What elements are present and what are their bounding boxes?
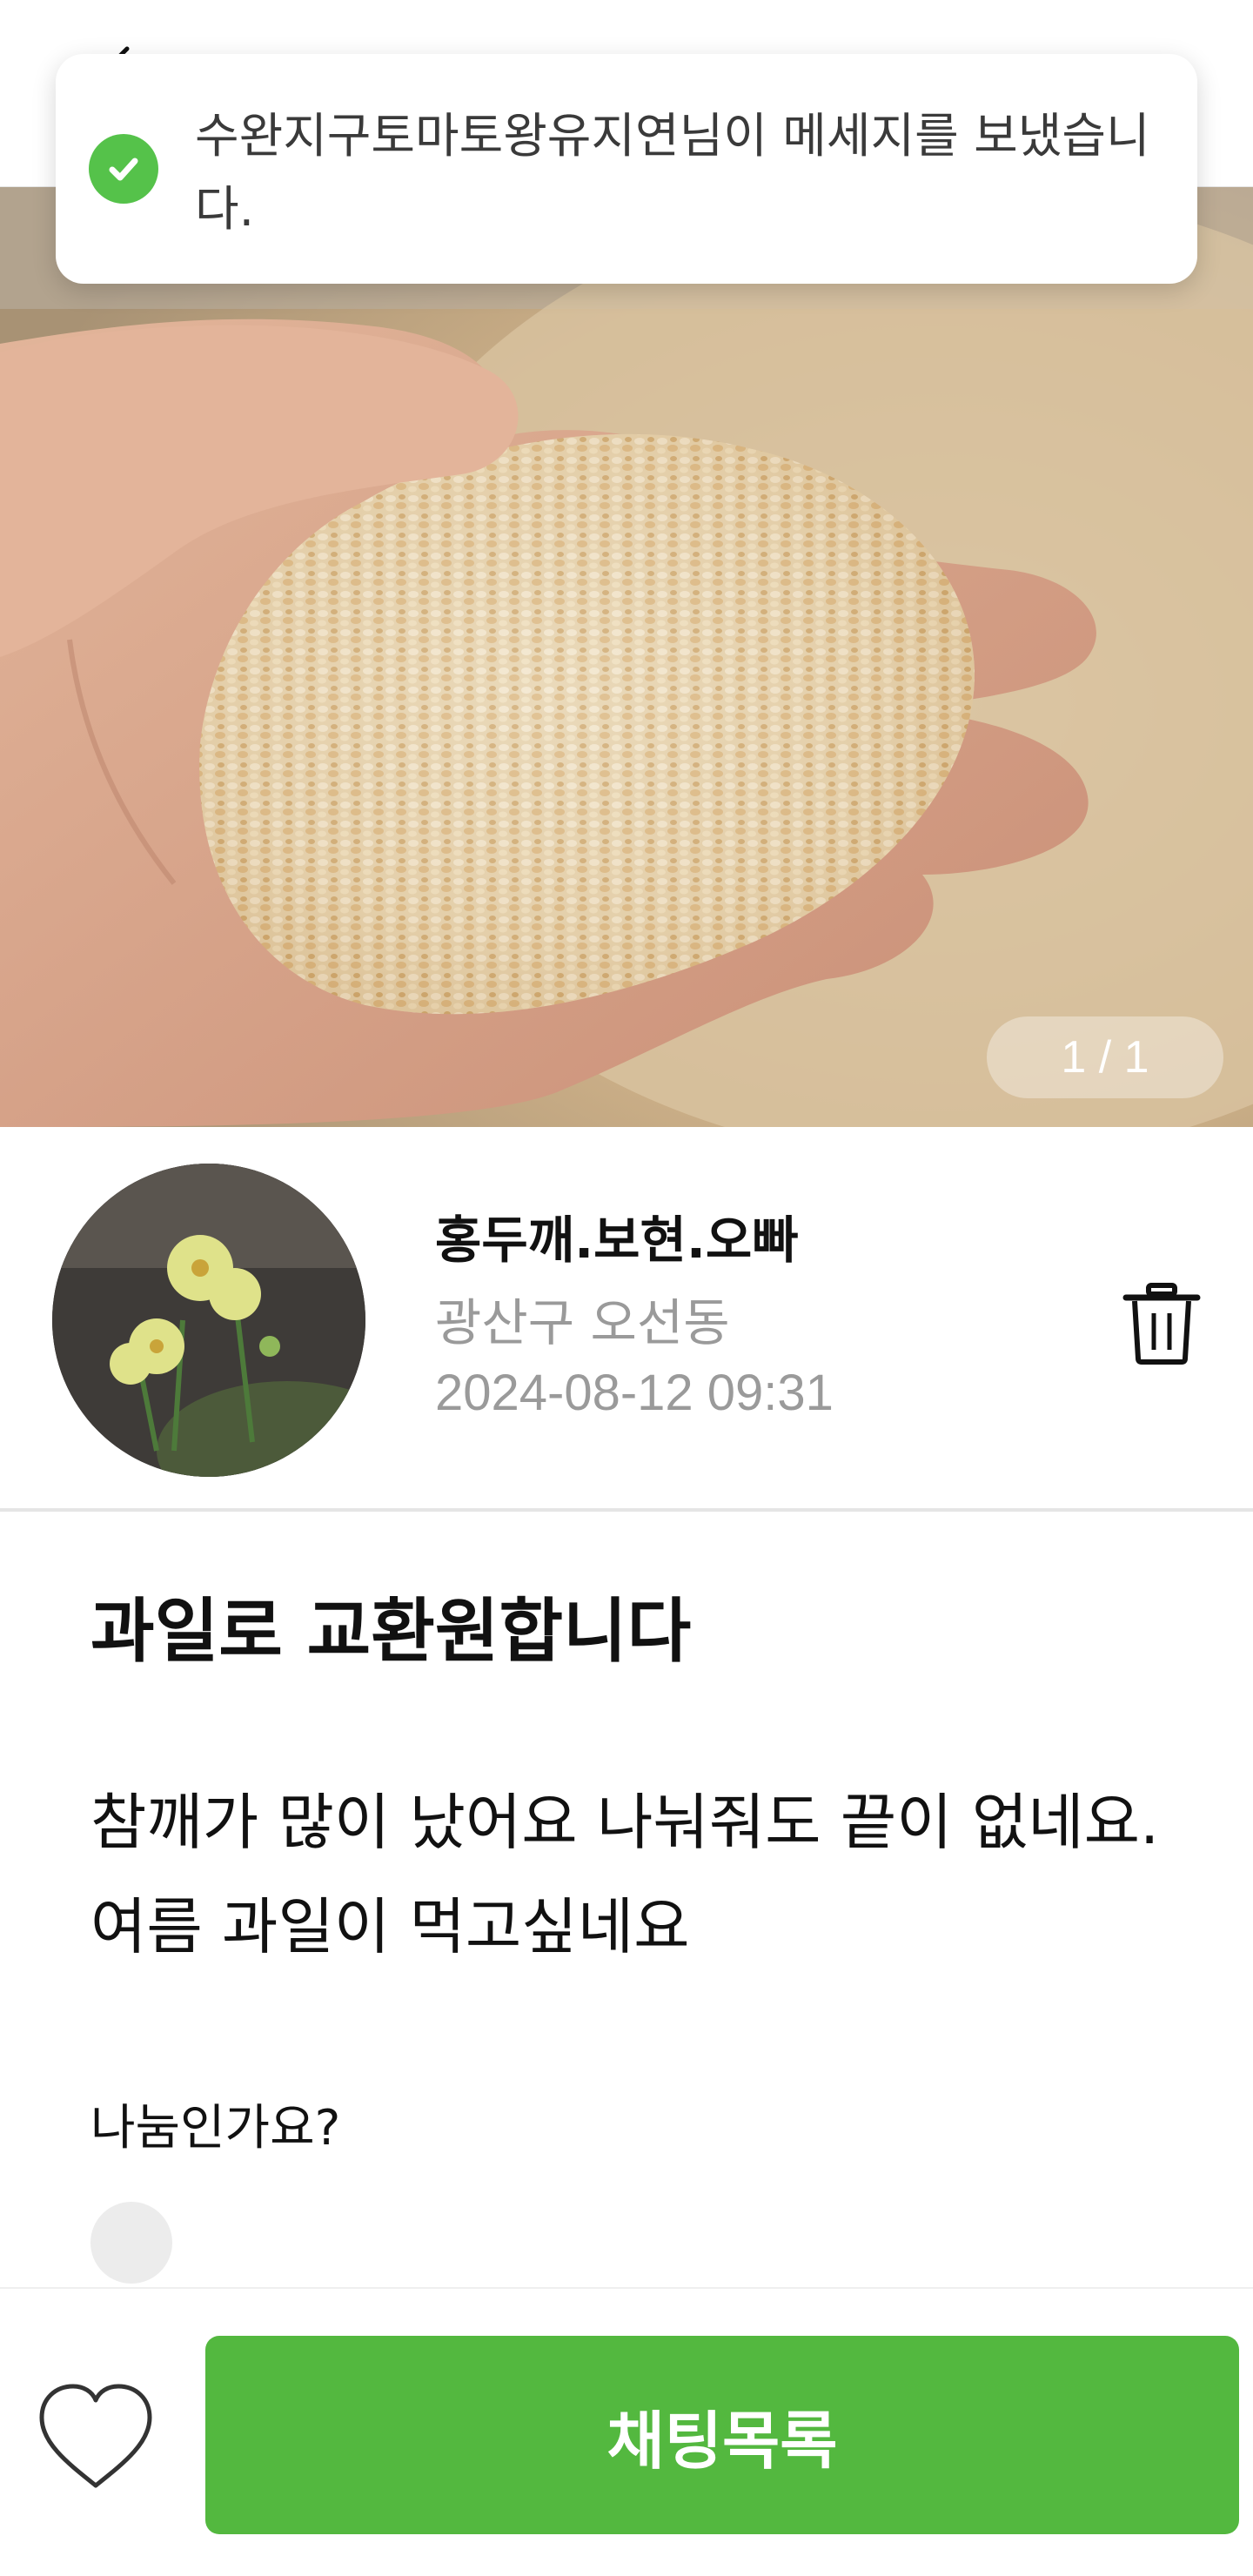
flower-photo [52, 1164, 365, 1477]
toast-message: 수완지구토마토왕유지연님이 메세지를 보냈습니다. [195, 108, 1150, 237]
image-pager: 1 / 1 [987, 1016, 1223, 1098]
post-date: 2024-08-12 09:31 [435, 1365, 834, 1421]
notification-toast[interactable]: 수완지구토마토왕유지연님이 메세지를 보냈습니다. [56, 54, 1197, 284]
trash-icon[interactable] [1122, 1282, 1201, 1365]
author-row: 홍두깨.보현.오빠 광산구 오선동 2024-08-12 09:31 [0, 1127, 1253, 1512]
post-title: 과일로 교환원합니다 [90, 1591, 692, 1672]
author-location: 광산구 오선동 [435, 1293, 730, 1352]
check-circle-icon [89, 134, 158, 204]
post-detail-screen: 1 / 1 수완지구토마토왕유지연님이 메세지를 보냈습니다. 홍두깨.보현.오… [0, 0, 1253, 2576]
chat-list-button[interactable]: 채팅목록 [205, 2336, 1239, 2534]
share-question-label: 나눔인가요? [90, 2100, 341, 2157]
post-image[interactable] [0, 187, 1253, 1127]
share-radio[interactable] [90, 2202, 172, 2284]
heart-icon[interactable] [35, 2381, 157, 2494]
bottom-action-bar: 채팅목록 [0, 2287, 1253, 2576]
avatar[interactable] [52, 1164, 365, 1477]
sesame-photo [0, 187, 1253, 1127]
author-name: 홍두깨.보현.오빠 [435, 1211, 799, 1270]
post-body: 참깨가 많이 났어요 나눠줘도 끝이 없네요.여름 과일이 먹고싶네요 [90, 1787, 1160, 1962]
